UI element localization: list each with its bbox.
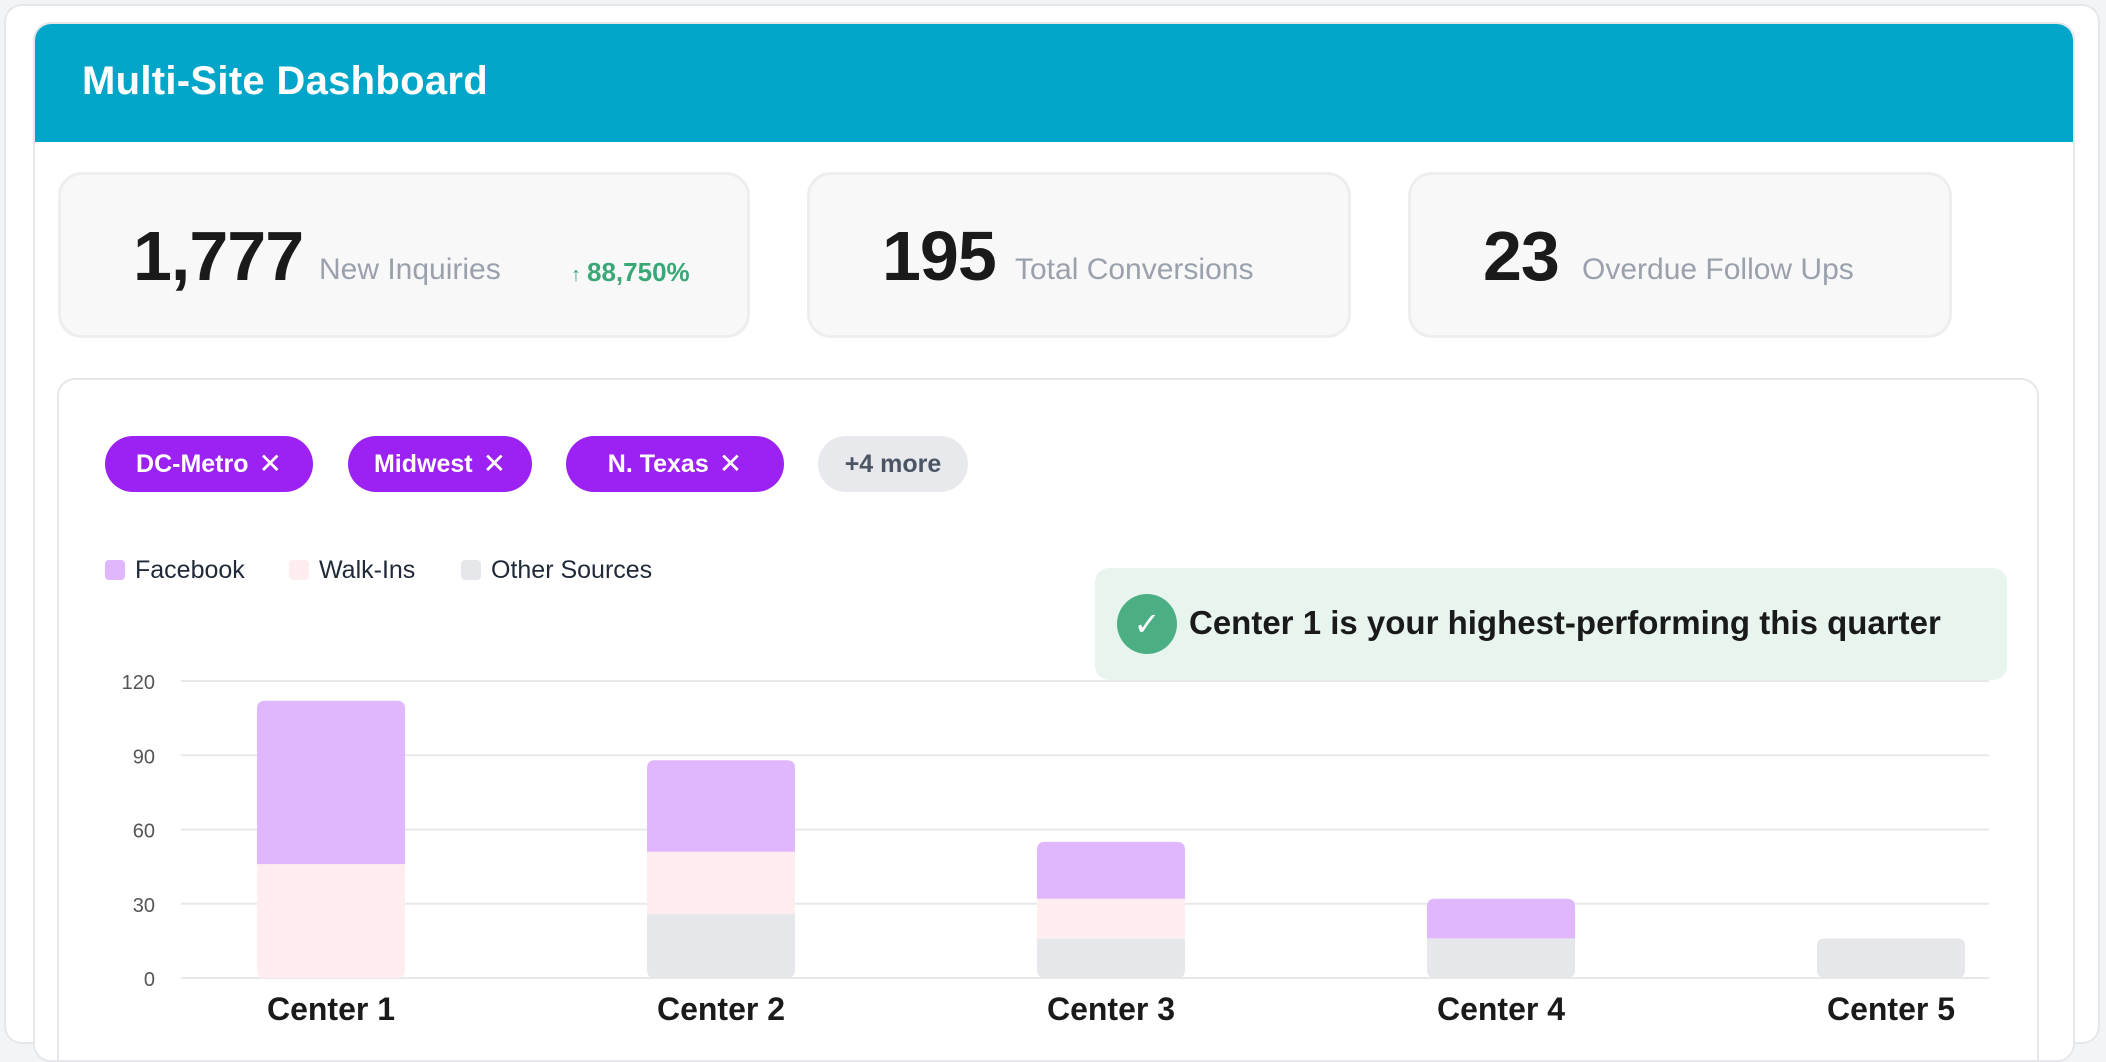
arrow-up-icon: ↑ xyxy=(571,264,581,286)
kpi-label: Overdue Follow Ups xyxy=(1582,253,1854,286)
y-tick-label: 120 xyxy=(122,672,155,694)
kpi-label: New Inquiries xyxy=(319,253,501,286)
trend-value: 88,750% xyxy=(587,257,690,287)
kpi-label: Total Conversions xyxy=(1015,253,1254,286)
insight-text: Center 1 is your highest-performing this… xyxy=(1189,604,1941,641)
bar-segment-facebook xyxy=(647,760,795,852)
x-tick-label: Center 3 xyxy=(1047,991,1175,1027)
x-tick-label: Center 4 xyxy=(1437,991,1565,1027)
bar-segment-facebook xyxy=(1037,841,1185,899)
page-title: Multi-Site Dashboard xyxy=(82,59,489,103)
bar-segment-other-sources xyxy=(1037,938,1185,978)
bar-segment-walk-ins xyxy=(257,864,405,978)
check-icon: ✓ xyxy=(1117,594,1177,654)
dashboard-panel: Multi-Site Dashboard 1,777 New Inquiries… xyxy=(33,22,2075,1062)
y-tick-label: 0 xyxy=(144,969,155,991)
y-tick-label: 30 xyxy=(133,895,155,917)
y-tick-label: 60 xyxy=(133,821,155,843)
bar-segment-other-sources xyxy=(647,913,795,978)
kpi-card-new-inquiries[interactable]: 1,777 New Inquiries ↑ 88,750% xyxy=(58,172,750,338)
bar-segment-other-sources xyxy=(1817,938,1965,978)
kpi-card-total-conversions[interactable]: 195 Total Conversions xyxy=(807,172,1351,338)
bar-segment-facebook xyxy=(257,700,405,865)
kpi-value: 195 xyxy=(882,217,997,295)
x-tick-label: Center 5 xyxy=(1827,991,1955,1027)
header-bar: Multi-Site Dashboard xyxy=(35,24,2073,142)
x-tick-label: Center 1 xyxy=(267,991,395,1027)
kpi-value: 1,777 xyxy=(133,217,304,295)
insight-banner: ✓ Center 1 is your highest-performing th… xyxy=(1095,568,2007,680)
bar-segment-other-sources xyxy=(1427,938,1575,978)
chart-card: DC-Metro ✕ Midwest ✕ N. Texas ✕ +4 more … xyxy=(57,378,2039,1060)
trend-badge: ↑ 88,750% xyxy=(571,257,690,288)
bar-chart: 0 30 60 90 120 Center 1 Center 2 Center 3 Center… xyxy=(122,672,1989,1027)
bar-segment-facebook xyxy=(1427,898,1575,939)
bar-segment-walk-ins xyxy=(647,851,795,914)
x-tick-label: Center 2 xyxy=(657,991,785,1027)
bar-segment-walk-ins xyxy=(1037,898,1185,939)
kpi-card-overdue-follow-ups[interactable]: 23 Overdue Follow Ups xyxy=(1408,172,1952,338)
y-tick-label: 90 xyxy=(133,746,155,768)
kpi-value: 23 xyxy=(1483,217,1560,295)
